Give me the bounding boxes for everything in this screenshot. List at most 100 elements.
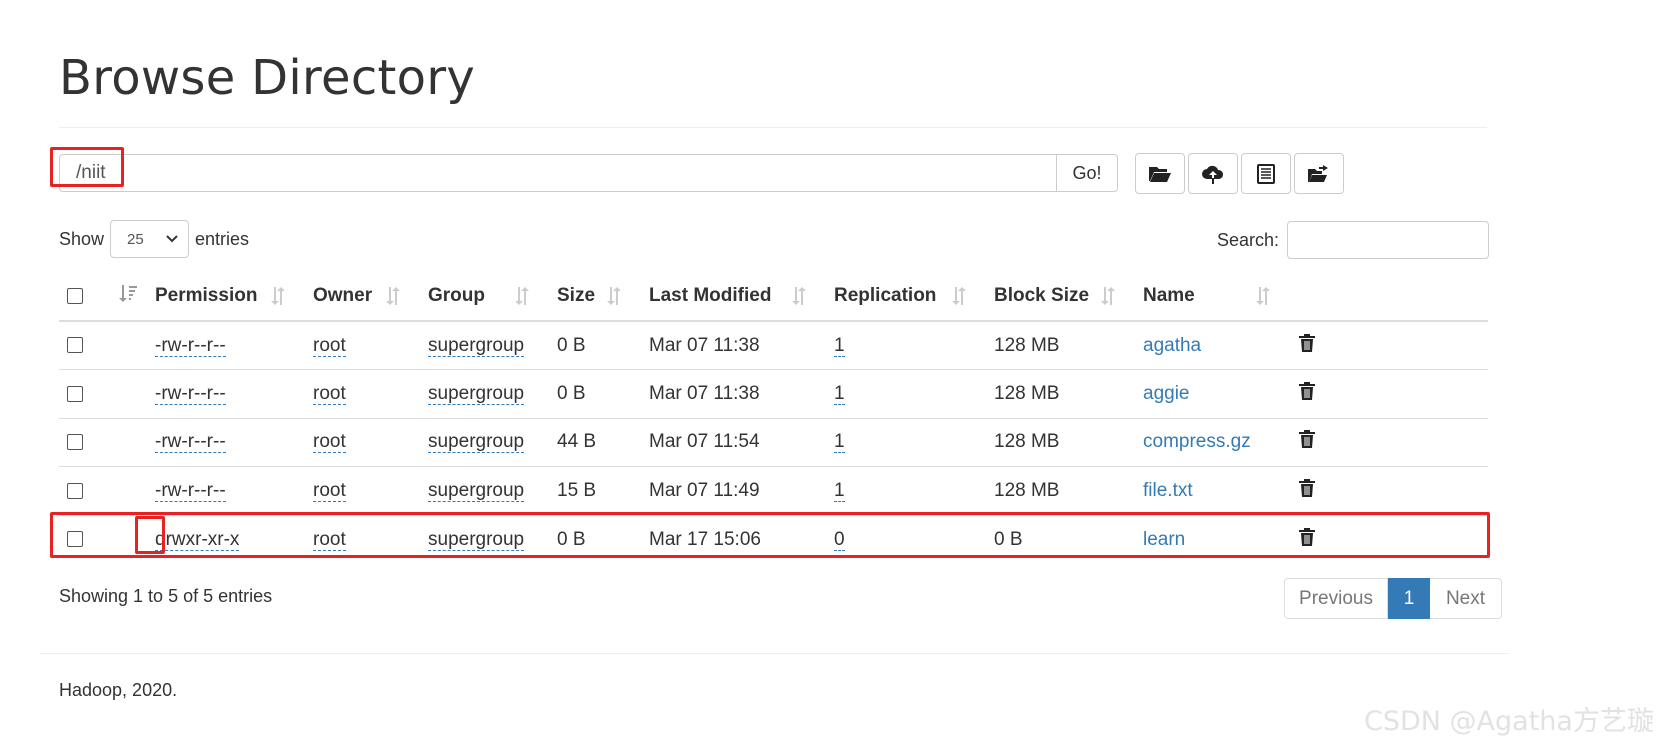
block-size-cell: 128 MB — [986, 369, 1135, 418]
name-cell: compress.gz — [1135, 417, 1290, 467]
file-name-link[interactable]: file.txt — [1143, 480, 1193, 501]
delete-cell — [1290, 320, 1488, 370]
block-size-cell: 128 MB — [986, 320, 1135, 370]
group-value[interactable]: supergroup — [428, 382, 525, 405]
trash-icon — [1299, 527, 1315, 546]
next-page-button[interactable]: Next — [1430, 578, 1502, 619]
header-group[interactable]: Group — [420, 272, 549, 322]
list-alt-icon — [1257, 163, 1275, 184]
trash-icon — [1299, 478, 1315, 497]
group-value[interactable]: supergroup — [428, 334, 525, 357]
entries-per-page-select[interactable]: 25 — [110, 220, 190, 258]
permission-value[interactable]: -rw-r--r-- — [155, 479, 226, 502]
file-name-link[interactable]: agatha — [1143, 335, 1201, 356]
row-checkbox[interactable] — [67, 337, 83, 354]
pagination: Previous 1 Next — [1284, 578, 1502, 619]
size-cell: 0 B — [549, 320, 641, 370]
sort-default-header[interactable] — [111, 272, 147, 322]
row-spacer-cell — [111, 466, 147, 515]
page-1-button[interactable]: 1 — [1388, 578, 1430, 619]
create-directory-button[interactable] — [1135, 153, 1185, 194]
delete-button[interactable] — [1298, 527, 1316, 552]
file-name-link[interactable]: aggie — [1143, 383, 1190, 404]
table-row[interactable]: -rw-r--r-- root supergroup 44 B Mar 07 11:54… — [59, 417, 1488, 467]
block-size-cell: 128 MB — [986, 466, 1135, 515]
permission-value[interactable]: -rw-r--r-- — [155, 334, 226, 357]
permission-cell: drwxr-xr-x — [147, 514, 305, 564]
sort-icon — [1256, 287, 1270, 305]
chevron-down-icon — [166, 235, 178, 243]
size-cell: 15 B — [549, 466, 641, 515]
header-owner[interactable]: Owner — [305, 272, 420, 322]
owner-value[interactable]: root — [313, 334, 346, 357]
replication-value[interactable]: 0 — [834, 528, 845, 551]
owner-value[interactable]: root — [313, 528, 346, 551]
size-cell: 0 B — [549, 369, 641, 418]
table-row[interactable]: -rw-r--r-- root supergroup 0 B Mar 07 11:38 1… — [59, 369, 1488, 418]
file-name-link[interactable]: learn — [1143, 529, 1185, 550]
replication-cell: 1 — [826, 369, 986, 418]
row-checkbox[interactable] — [67, 482, 83, 499]
header-last-modified[interactable]: Last Modified — [641, 272, 826, 322]
replication-value[interactable]: 1 — [834, 431, 845, 454]
search-input[interactable] — [1287, 221, 1490, 259]
header-permission[interactable]: Permission — [147, 272, 305, 322]
owner-cell: root — [305, 417, 420, 467]
owner-value[interactable]: root — [313, 382, 346, 405]
delete-button[interactable] — [1298, 381, 1316, 406]
trash-icon — [1299, 381, 1315, 400]
table-header-row: Permission Owner Group Size Last Modifie… — [59, 272, 1488, 322]
replication-value[interactable]: 1 — [834, 382, 845, 405]
sort-icon — [386, 287, 400, 305]
previous-page-button[interactable]: Previous — [1284, 578, 1388, 619]
header-replication[interactable]: Replication — [826, 272, 986, 322]
header-block-size[interactable]: Block Size — [986, 272, 1135, 322]
file-table: Permission Owner Group Size Last Modifie… — [59, 272, 1488, 564]
list-view-button[interactable] — [1241, 153, 1291, 194]
table-row[interactable]: -rw-r--r-- root supergroup 15 B Mar 07 11:49… — [59, 466, 1488, 515]
size-cell: 0 B — [549, 514, 641, 564]
owner-cell: root — [305, 514, 420, 564]
replication-cell: 1 — [826, 417, 986, 467]
replication-value[interactable]: 1 — [834, 479, 845, 502]
permission-value[interactable]: -rw-r--r-- — [155, 431, 226, 454]
replication-value[interactable]: 1 — [834, 334, 845, 357]
path-input[interactable] — [59, 154, 1057, 192]
modified-cell: Mar 07 11:54 — [641, 417, 826, 467]
header-actions — [1290, 272, 1488, 322]
modified-cell: Mar 07 11:38 — [641, 369, 826, 418]
sort-icon — [515, 287, 529, 305]
permission-value[interactable]: drwxr-xr-x — [155, 528, 240, 551]
row-checkbox[interactable] — [67, 531, 83, 548]
header-size[interactable]: Size — [549, 272, 641, 322]
delete-button[interactable] — [1298, 333, 1316, 358]
group-cell: supergroup — [420, 417, 549, 467]
header-name[interactable]: Name — [1135, 272, 1290, 322]
trash-icon — [1299, 430, 1315, 449]
owner-value[interactable]: root — [313, 479, 346, 502]
table-row[interactable]: drwxr-xr-x root supergroup 0 B Mar 17 15:06 0… — [59, 514, 1488, 564]
size-cell: 44 B — [549, 417, 641, 467]
select-all-checkbox[interactable] — [67, 287, 83, 304]
go-button[interactable]: Go! — [1056, 154, 1118, 192]
delete-button[interactable] — [1298, 478, 1316, 503]
row-checkbox[interactable] — [67, 434, 83, 451]
owner-value[interactable]: root — [313, 431, 346, 454]
row-spacer-cell — [111, 369, 147, 418]
search-control: Search: — [1217, 221, 1490, 259]
group-value[interactable]: supergroup — [428, 431, 525, 454]
group-value[interactable]: supergroup — [428, 528, 525, 551]
sort-icon — [271, 287, 285, 305]
move-button[interactable] — [1294, 153, 1344, 194]
group-cell: supergroup — [420, 466, 549, 515]
group-cell: supergroup — [420, 369, 549, 418]
group-value[interactable]: supergroup — [428, 479, 525, 502]
delete-button[interactable] — [1298, 430, 1316, 454]
file-name-link[interactable]: compress.gz — [1143, 431, 1251, 452]
watermark: CSDN @Agatha方艺璇 — [1364, 706, 1654, 737]
row-spacer-cell — [111, 320, 147, 370]
table-row[interactable]: -rw-r--r-- root supergroup 0 B Mar 07 11:38 1… — [59, 320, 1488, 370]
upload-button[interactable] — [1188, 153, 1238, 194]
permission-value[interactable]: -rw-r--r-- — [155, 382, 226, 405]
row-checkbox[interactable] — [67, 385, 83, 402]
